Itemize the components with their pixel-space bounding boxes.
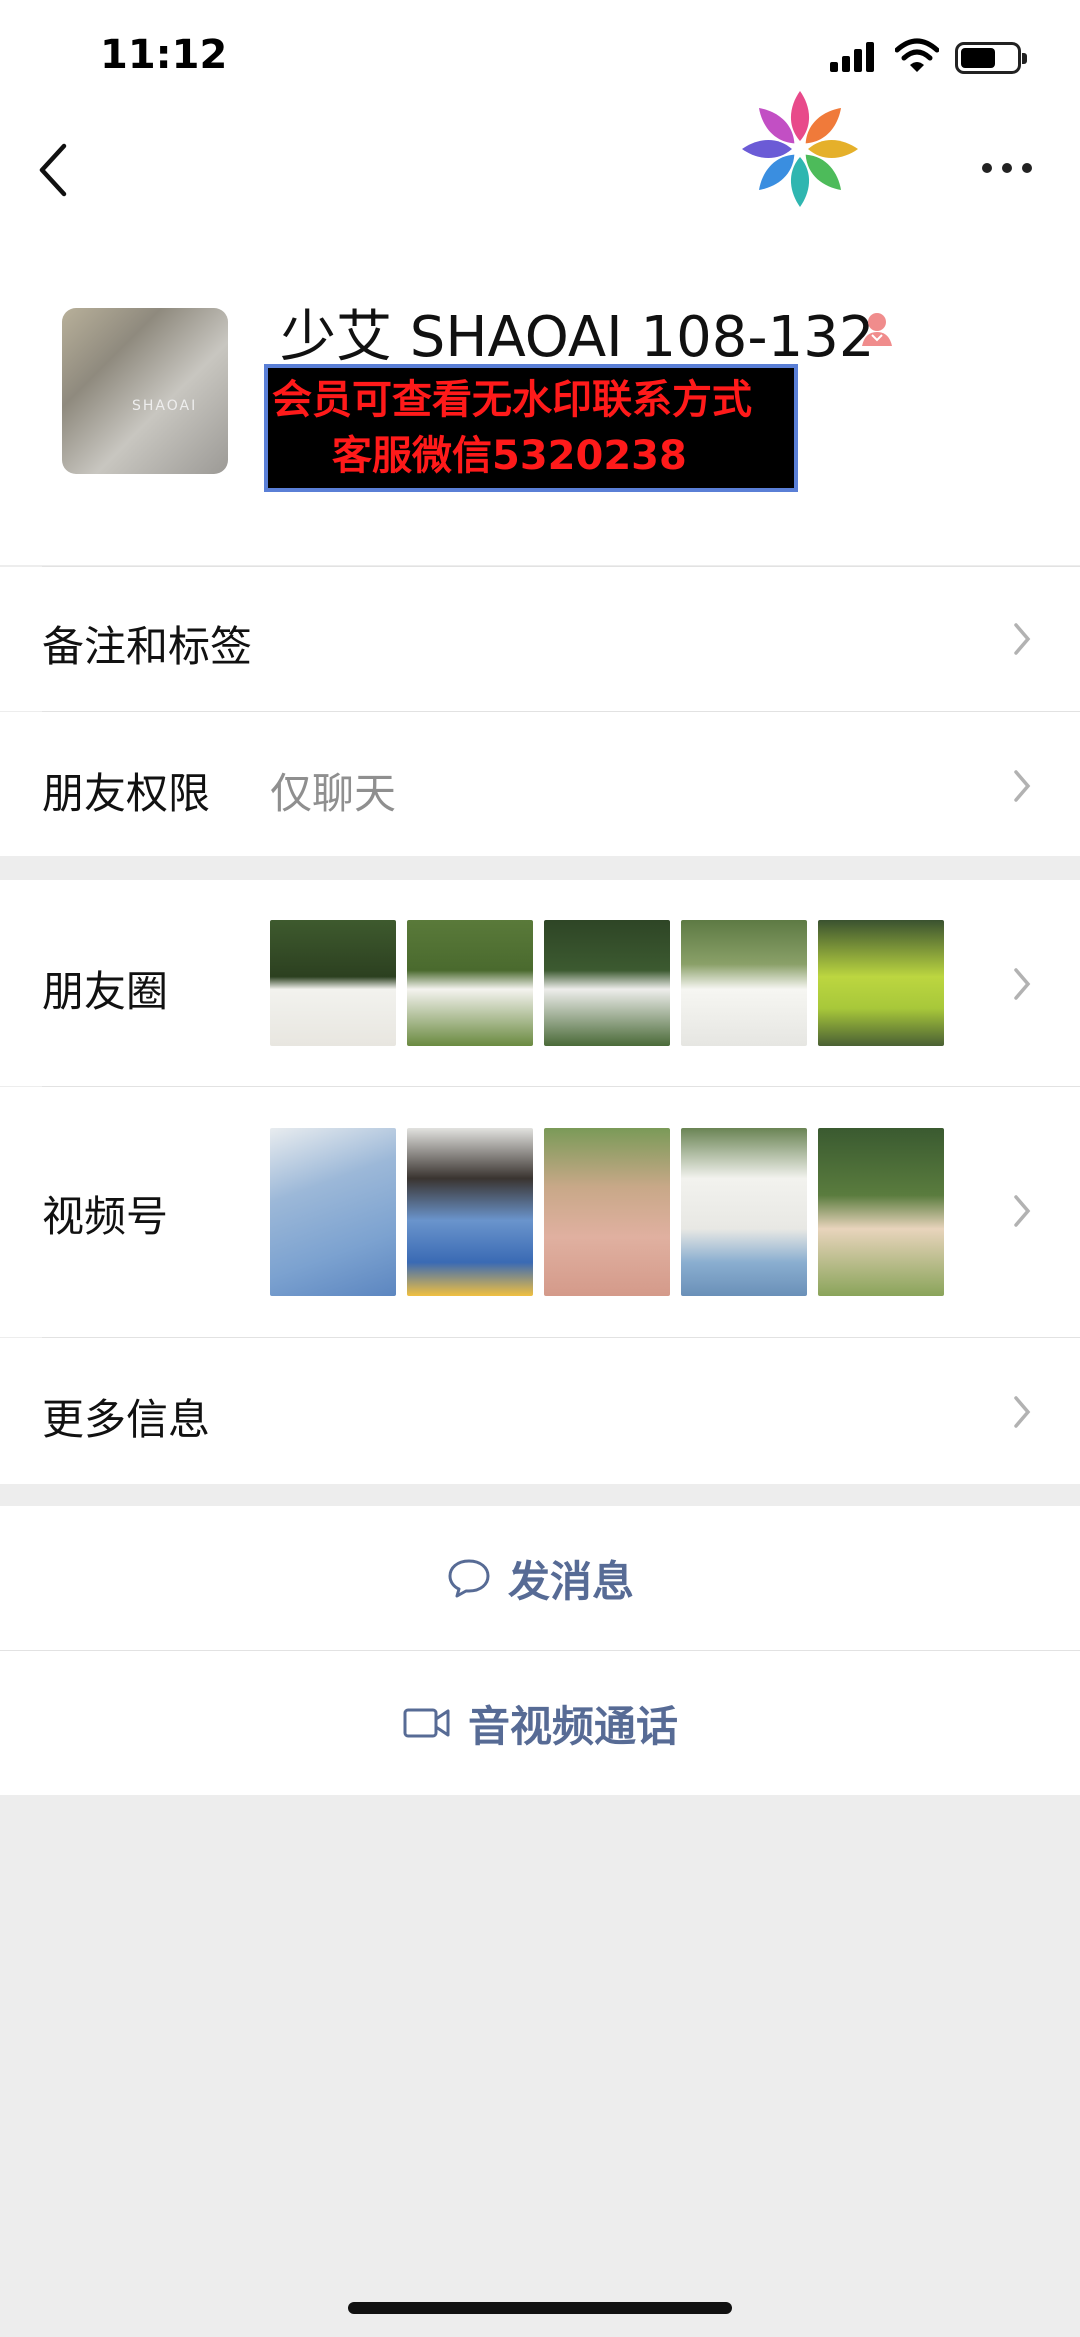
gender-female-icon [862, 313, 892, 346]
video-call-button[interactable]: 音视频通话 [0, 1651, 1080, 1795]
channels-thumbnails [270, 1128, 944, 1296]
more-icon[interactable] [980, 160, 1036, 176]
row-friend-permissions[interactable]: 朋友权限 仅聊天 [0, 712, 1080, 856]
chevron-right-icon [1014, 770, 1031, 802]
row-moments[interactable]: 朋友圈 [0, 880, 1080, 1086]
row-notes-tags[interactable]: 备注和标签 [0, 567, 1080, 711]
chevron-right-icon [1014, 623, 1031, 655]
moments-thumbnails [270, 920, 944, 1046]
status-time: 11:12 [100, 32, 228, 78]
watermark-banner: 会员可查看无水印联系方式 客服微信5320238 [264, 364, 798, 492]
chevron-right-icon [1014, 1396, 1031, 1428]
row-channels[interactable]: 视频号 [0, 1087, 1080, 1337]
row-permissions-label: 朋友权限 [42, 769, 211, 818]
battery-icon [955, 42, 1027, 74]
row-notes-tags-label: 备注和标签 [42, 622, 253, 671]
row-moments-label: 朋友圈 [42, 967, 169, 1016]
row-more-info[interactable]: 更多信息 [0, 1338, 1080, 1484]
profile-name: 少艾 SHAOAI 108-132 [280, 305, 875, 370]
channels-thumbnail [544, 1128, 670, 1296]
video-call-label: 音视频通话 [467, 1701, 678, 1751]
moments-thumbnail [270, 920, 396, 1046]
moments-thumbnail [818, 920, 944, 1046]
moments-thumbnail [407, 920, 533, 1046]
logo-flower-icon [742, 91, 858, 207]
row-permissions-value: 仅聊天 [270, 769, 397, 818]
avatar-watermark: SHAOAI [132, 398, 198, 414]
send-message-button[interactable]: 发消息 [0, 1506, 1080, 1650]
chat-bubble-icon [448, 1559, 490, 1598]
banner-line-1: 会员可查看无水印联系方式 [272, 377, 752, 423]
moments-thumbnail [681, 920, 807, 1046]
chevron-right-icon [1014, 1195, 1031, 1227]
row-channels-label: 视频号 [42, 1192, 169, 1241]
wifi-icon [895, 38, 939, 72]
moments-thumbnail [544, 920, 670, 1046]
signal-icon [830, 42, 876, 72]
row-more-info-label: 更多信息 [42, 1395, 211, 1444]
chevron-right-icon [1014, 968, 1031, 1000]
channels-thumbnail [681, 1128, 807, 1296]
channels-thumbnail [407, 1128, 533, 1296]
channels-thumbnail [270, 1128, 396, 1296]
banner-line-2: 客服微信5320238 [332, 433, 687, 479]
channels-thumbnail [818, 1128, 944, 1296]
video-camera-icon [403, 1708, 450, 1738]
back-icon[interactable] [34, 140, 74, 200]
avatar[interactable]: SHAOAI [62, 308, 228, 474]
home-indicator [348, 2302, 732, 2314]
send-message-label: 发消息 [507, 1556, 634, 1606]
